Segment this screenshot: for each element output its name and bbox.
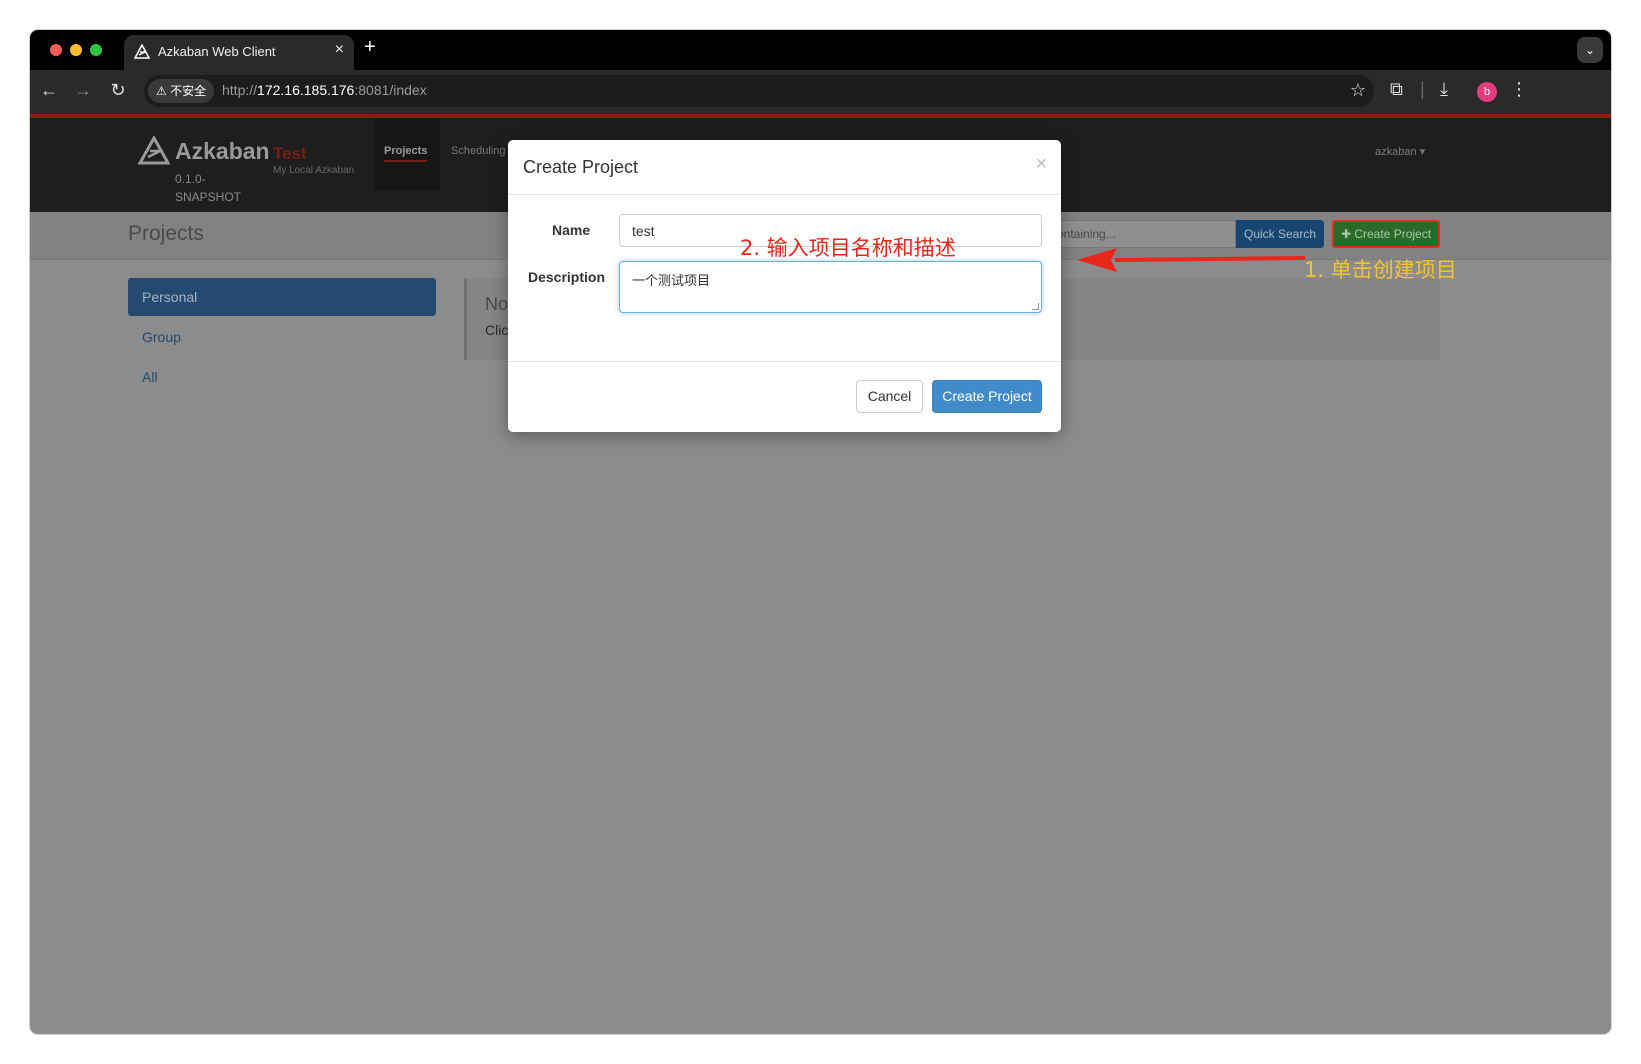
sidebar-item-personal[interactable]: Personal <box>128 278 436 316</box>
modal-divider <box>508 194 1061 195</box>
download-icon[interactable]: ⤓ <box>1440 79 1448 100</box>
new-tab-button[interactable]: + <box>364 36 376 59</box>
tab-strip: Azkaban Web Client × + ⌄ <box>30 30 1611 70</box>
create-project-button[interactable]: ✚ Create Project <box>1332 220 1440 248</box>
extensions-icon[interactable]: ⧉ <box>1390 79 1403 100</box>
empty-panel-title: No <box>485 294 509 314</box>
close-window-button[interactable] <box>50 44 62 56</box>
reload-icon[interactable]: ↻ <box>107 80 129 101</box>
project-name-value: test <box>632 223 655 239</box>
browser-tab[interactable]: Azkaban Web Client × <box>124 35 354 70</box>
page-title: Projects <box>128 222 204 245</box>
description-label: Description <box>528 269 606 285</box>
sidebar-item-label: Personal <box>142 289 198 305</box>
modal-close-icon[interactable]: × <box>1035 153 1047 176</box>
empty-panel-text: Clic <box>485 322 509 338</box>
tab-search-chevron-icon[interactable]: ⌄ <box>1577 37 1603 63</box>
brand-name[interactable]: Azkaban <box>175 138 270 165</box>
browser-toolbar: ← → ↻ ⚠ 不安全 http://172.16.185.176:8081/i… <box>30 70 1611 114</box>
sidebar-item-all[interactable]: All <box>142 369 158 385</box>
create-project-submit-button[interactable]: Create Project <box>932 380 1042 413</box>
name-label: Name <box>552 222 591 238</box>
back-arrow-icon[interactable]: ← <box>38 80 60 101</box>
profile-avatar[interactable]: b <box>1477 82 1497 102</box>
environment-description: My Local Azkaban <box>273 165 355 176</box>
nav-scheduling[interactable]: Scheduling <box>451 145 505 157</box>
modal-footer-divider <box>508 361 1061 362</box>
forward-arrow-icon[interactable]: → <box>72 80 94 101</box>
azkaban-logo-icon <box>138 136 170 165</box>
minimize-window-button[interactable] <box>70 44 82 56</box>
sidebar-item-group[interactable]: Group <box>142 329 181 345</box>
address-bar[interactable]: ⚠ 不安全 http://172.16.185.176:8081/index ☆ <box>144 75 1374 107</box>
maximize-window-button[interactable] <box>90 44 102 56</box>
nav-projects-label: Projects <box>384 145 428 162</box>
environment-name: Test <box>273 144 307 163</box>
tab-close-icon[interactable]: × <box>335 41 344 59</box>
textarea-resize-handle[interactable] <box>1032 303 1039 310</box>
cancel-button[interactable]: Cancel <box>856 380 923 413</box>
security-warning-chip[interactable]: ⚠ 不安全 <box>148 79 215 103</box>
version-label: 0.1.0-SNAPSHOT <box>175 172 242 204</box>
nav-projects[interactable]: Projects <box>374 118 440 190</box>
azkaban-favicon-icon <box>134 44 150 59</box>
bookmark-star-icon[interactable]: ☆ <box>1350 80 1366 101</box>
url-text[interactable]: http://172.16.185.176:8081/index <box>222 82 427 98</box>
modal-title: Create Project <box>523 157 639 177</box>
create-project-modal: Create Project × Name test Description 一… <box>508 140 1061 432</box>
annotation-step-2: 2. 输入项目名称和描述 <box>740 236 956 260</box>
more-menu-icon[interactable]: ⋮ <box>1510 79 1528 100</box>
user-menu[interactable]: azkaban ▾ <box>1375 145 1425 158</box>
annotation-step-1: 1. 单击创建项目 <box>1304 258 1457 282</box>
toolbar-divider: | <box>1420 79 1425 99</box>
project-description-value: 一个测试项目 <box>632 273 711 288</box>
tab-title: Azkaban Web Client <box>158 44 276 59</box>
annotation-arrow-icon <box>1077 248 1305 272</box>
browser-window: Azkaban Web Client × + ⌄ ← → ↻ ⚠ 不安全 htt… <box>30 30 1611 1034</box>
project-description-textarea[interactable]: 一个测试项目 <box>619 261 1042 313</box>
